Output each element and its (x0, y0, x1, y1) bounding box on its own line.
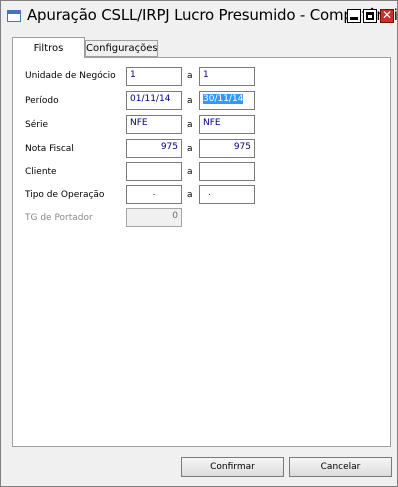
tab-filtros[interactable]: Filtros (12, 37, 85, 58)
periodo-label: Período (25, 96, 59, 106)
range-connector: a (187, 71, 193, 81)
close-icon[interactable]: ✕ (380, 8, 394, 23)
tg-portador-label: TG de Portador (25, 213, 93, 223)
tab-configuracoes[interactable]: Configurações (85, 40, 158, 57)
cliente-from-input[interactable] (126, 162, 182, 181)
nota-fiscal-from-input[interactable]: 975 (126, 139, 182, 158)
periodo-to-selected-text: 30/11/14 (203, 94, 244, 104)
nota-fiscal-label: Nota Fiscal (25, 144, 74, 154)
title-bar[interactable]: Apuração CSLL/IRPJ Lucro Presumido - Com… (1, 1, 398, 31)
cliente-to-input[interactable] (199, 162, 255, 181)
tipo-operacao-from-input[interactable]: . (126, 185, 182, 204)
main-window: Apuração CSLL/IRPJ Lucro Presumido - Com… (0, 0, 398, 487)
cliente-label: Cliente (25, 167, 57, 177)
window-icon (7, 10, 21, 22)
minimize-icon[interactable] (347, 9, 361, 23)
tipo-operacao-to-input[interactable]: . (199, 185, 255, 204)
unidade-negocio-from-input[interactable]: 1 (126, 67, 182, 86)
window-title: Apuração CSLL/IRPJ Lucro Presumido - Com… (27, 6, 398, 24)
range-connector: a (187, 120, 193, 130)
range-connector: a (187, 190, 193, 200)
serie-to-input[interactable]: NFE (199, 115, 255, 134)
serie-from-input[interactable]: NFE (126, 115, 182, 134)
confirm-button[interactable]: Confirmar (181, 457, 284, 477)
cancel-button[interactable]: Cancelar (289, 457, 392, 477)
unidade-negocio-label: Unidade de Negócio (25, 71, 116, 81)
range-connector: a (187, 96, 193, 106)
periodo-from-input[interactable]: 01/11/14 (126, 91, 182, 110)
nota-fiscal-to-input[interactable]: 975 (199, 139, 255, 158)
tg-portador-input: 0 (126, 208, 182, 227)
serie-label: Série (25, 120, 48, 130)
unidade-negocio-to-input[interactable]: 1 (199, 67, 255, 86)
range-connector: a (187, 144, 193, 154)
range-connector: a (187, 167, 193, 177)
maximize-icon[interactable] (363, 9, 377, 23)
periodo-to-input[interactable]: 30/11/14 (199, 91, 255, 110)
tipo-operacao-label: Tipo de Operação (25, 190, 105, 200)
